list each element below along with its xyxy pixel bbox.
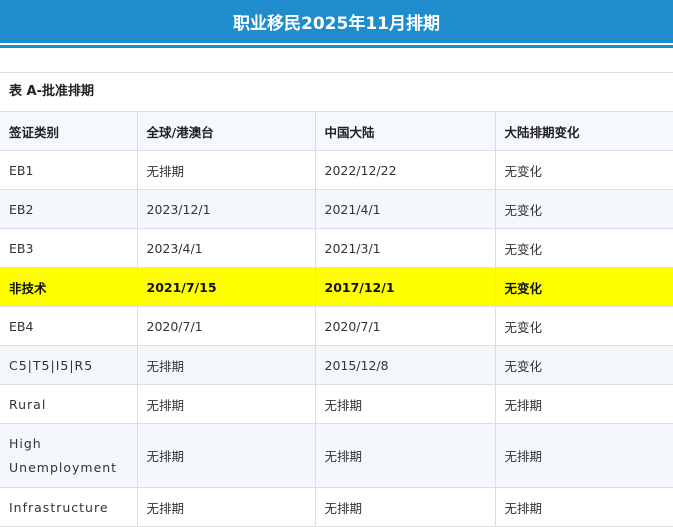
page-title: 职业移民2025年11月排期 — [233, 14, 440, 34]
table-row: EB3 2023/4/1 2021/3/1 无变化 — [0, 228, 673, 268]
cell-mainland-china: 2017/12/1 — [315, 267, 496, 307]
page-header: 职业移民2025年11月排期 — [0, 0, 673, 43]
column-header-global: 全球/港澳台 — [137, 112, 316, 151]
cell-global: 2021/7/15 — [137, 267, 316, 307]
cell-change: 无排期 — [495, 384, 673, 424]
cell-mainland-china: 2020/7/1 — [315, 306, 496, 346]
header-divider — [0, 45, 673, 48]
priority-date-table: 签证类别 全球/港澳台 中国大陆 大陆排期变化 EB1 无排期 2022/12/22… — [0, 112, 673, 527]
column-header-visa-category: 签证类别 — [0, 112, 138, 151]
cell-change: 无排期 — [495, 423, 673, 488]
cell-visa-category: Rural — [0, 384, 138, 424]
cell-mainland-china: 2021/4/1 — [315, 189, 496, 229]
table-row: EB2 2023/12/1 2021/4/1 无变化 — [0, 189, 673, 229]
cell-mainland-china: 无排期 — [315, 423, 496, 488]
table-row: EB1 无排期 2022/12/22 无变化 — [0, 150, 673, 190]
cell-change: 无变化 — [495, 306, 673, 346]
cell-change: 无变化 — [495, 345, 673, 385]
cell-global: 无排期 — [137, 345, 316, 385]
cell-mainland-china: 2015/12/8 — [315, 345, 496, 385]
cell-visa-category: High Unemployment — [0, 423, 138, 488]
cell-visa-category: 非技术 — [0, 267, 138, 307]
cell-mainland-china: 无排期 — [315, 487, 496, 527]
cell-change: 无变化 — [495, 228, 673, 268]
table-row: C5|T5|I5|R5 无排期 2015/12/8 无变化 — [0, 345, 673, 385]
table-header-row: 签证类别 全球/港澳台 中国大陆 大陆排期变化 — [0, 112, 673, 151]
cell-mainland-china: 2022/12/22 — [315, 150, 496, 190]
cell-global: 无排期 — [137, 423, 316, 488]
cell-visa-category: EB3 — [0, 228, 138, 268]
cell-visa-category: EB4 — [0, 306, 138, 346]
cell-visa-category: EB2 — [0, 189, 138, 229]
cell-change: 无变化 — [495, 150, 673, 190]
cell-global: 2020/7/1 — [137, 306, 316, 346]
cell-visa-category: EB1 — [0, 150, 138, 190]
table-caption: 表 A-批准排期 — [0, 73, 673, 112]
table-row: Rural 无排期 无排期 无排期 — [0, 384, 673, 424]
table-row: High Unemployment 无排期 无排期 无排期 — [0, 423, 673, 488]
cell-change: 无变化 — [495, 267, 673, 307]
column-header-mainland-china: 中国大陆 — [315, 112, 496, 151]
cell-text: High Unemployment — [9, 435, 118, 475]
cell-visa-category: C5|T5|I5|R5 — [0, 345, 138, 385]
cell-mainland-china: 无排期 — [315, 384, 496, 424]
cell-visa-category: Infrastructure — [0, 487, 138, 527]
cell-global: 2023/4/1 — [137, 228, 316, 268]
cell-global: 无排期 — [137, 150, 316, 190]
priority-date-table-section: 表 A-批准排期 签证类别 全球/港澳台 中国大陆 大陆排期变化 EB1 无排期 2… — [0, 72, 673, 527]
cell-global: 2023/12/1 — [137, 189, 316, 229]
table-row: Infrastructure 无排期 无排期 无排期 — [0, 487, 673, 527]
cell-change: 无排期 — [495, 487, 673, 527]
column-header-change: 大陆排期变化 — [495, 112, 673, 151]
table-row: EB4 2020/7/1 2020/7/1 无变化 — [0, 306, 673, 346]
cell-mainland-china: 2021/3/1 — [315, 228, 496, 268]
table-row-highlighted: 非技术 2021/7/15 2017/12/1 无变化 — [0, 267, 673, 307]
cell-global: 无排期 — [137, 384, 316, 424]
cell-change: 无变化 — [495, 189, 673, 229]
cell-global: 无排期 — [137, 487, 316, 527]
